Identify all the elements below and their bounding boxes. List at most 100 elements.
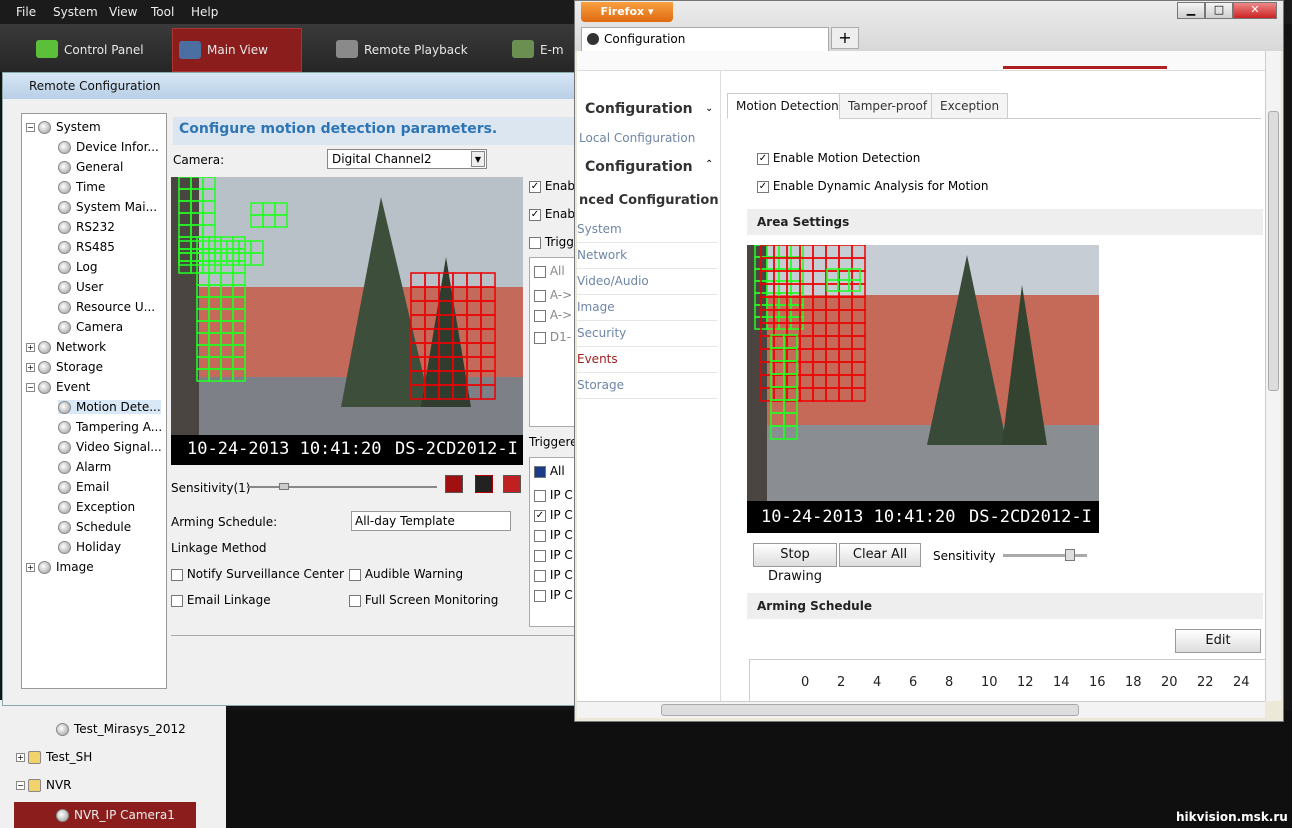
chevron-up-icon: ⌃ xyxy=(705,159,714,170)
firefox-menu-button[interactable]: Firefox ▾ xyxy=(581,2,673,22)
tree-image[interactable]: + Image xyxy=(26,560,94,574)
clear-all-button[interactable]: Clear All xyxy=(839,543,921,567)
remote-playback-button[interactable]: Remote Playback xyxy=(330,28,480,72)
web-left-nav: Configuration ⌄ Local Configuration Confi… xyxy=(577,71,721,701)
hour-tick: 2 xyxy=(837,675,846,690)
web-camera-preview[interactable]: 10-24-2013 10:41:20 DS-2CD2012-I xyxy=(747,245,1099,533)
scroll-thumb[interactable] xyxy=(1268,111,1279,391)
vertical-scrollbar[interactable] xyxy=(1265,51,1281,701)
new-tab-button[interactable]: + xyxy=(831,27,859,49)
nav-item[interactable]: Image xyxy=(577,295,717,321)
stop-draw-icon[interactable] xyxy=(475,475,493,493)
nav-local-configuration[interactable]: Local Configuration xyxy=(579,131,695,145)
arming-schedule-label: Arming Schedule: xyxy=(171,515,278,529)
tree-event[interactable]: − Event xyxy=(26,380,90,394)
audible-warning-option[interactable]: Audible Warning xyxy=(349,567,463,581)
gear-icon xyxy=(58,140,71,154)
nav-configuration-2[interactable]: Configuration xyxy=(585,159,693,175)
tree-system-item[interactable]: Log xyxy=(58,260,97,274)
notify-center-option[interactable]: Notify Surveillance Center xyxy=(171,567,344,581)
tree-storage[interactable]: + Storage xyxy=(26,360,103,374)
tree-event-item[interactable]: Schedule xyxy=(58,520,131,534)
edit-button[interactable]: Edit xyxy=(1175,629,1261,653)
gear-icon xyxy=(58,240,71,254)
menu-view[interactable]: View xyxy=(109,5,137,19)
tree-system-item[interactable]: Time xyxy=(58,180,105,194)
tree-event-item[interactable]: Email xyxy=(58,480,109,494)
tree-event-item[interactable]: Holiday xyxy=(58,540,121,554)
draw-area-icon[interactable] xyxy=(445,475,463,493)
tab-tamper-proof[interactable]: Tamper-proof xyxy=(839,93,937,119)
nav-item[interactable]: System xyxy=(577,217,717,243)
enable-motion-detection[interactable]: ✓ Enable Motion Detection xyxy=(757,151,920,165)
tree-system-item[interactable]: Camera xyxy=(58,320,123,334)
tab-exception[interactable]: Exception xyxy=(931,93,1009,119)
hour-tick: 16 xyxy=(1089,675,1106,690)
minimize-icon[interactable]: ▁ xyxy=(1177,2,1205,19)
main-view-button[interactable]: Main View xyxy=(172,28,302,72)
camera-select[interactable]: Digital Channel2 ▼ xyxy=(327,149,487,169)
slider-thumb[interactable] xyxy=(1065,549,1075,561)
remote-configuration-window: Remote Configuration − System Device Info… xyxy=(2,72,583,706)
sensitivity-slider[interactable] xyxy=(247,483,437,490)
favicon-icon xyxy=(587,33,599,45)
email-button[interactable]: E-m xyxy=(506,28,580,72)
tree-system-item[interactable]: User xyxy=(58,280,103,294)
enable-check-1[interactable]: ✓ Enab xyxy=(529,179,575,193)
full-screen-option[interactable]: Full Screen Monitoring xyxy=(349,593,498,607)
tree-nvr[interactable]: − NVR xyxy=(16,778,72,792)
menu-file[interactable]: File xyxy=(16,5,36,19)
chevron-down-icon: ▼ xyxy=(471,151,485,167)
hour-tick: 20 xyxy=(1161,675,1178,690)
menu-help[interactable]: Help xyxy=(191,5,218,19)
tree-system[interactable]: − System xyxy=(26,120,101,134)
tree-system-item[interactable]: System Mai... xyxy=(58,200,157,214)
gear-icon xyxy=(58,420,71,434)
tree-system-item[interactable]: RS232 xyxy=(58,220,115,234)
control-panel-button[interactable]: Control Panel xyxy=(30,28,160,72)
tree-system-item[interactable]: Resource U... xyxy=(58,300,155,314)
scroll-thumb[interactable] xyxy=(661,704,1079,716)
tree-system-item[interactable]: RS485 xyxy=(58,240,115,254)
menu-tool[interactable]: Tool xyxy=(151,5,174,19)
nav-item[interactable]: Network xyxy=(577,243,717,269)
tree-nvr-ip-camera1[interactable]: NVR_IP Camera1 xyxy=(14,802,196,828)
horizontal-scrollbar[interactable] xyxy=(577,701,1265,718)
schedule-timeline[interactable] xyxy=(749,659,1265,701)
maximize-icon[interactable]: □ xyxy=(1205,2,1233,19)
slider-thumb[interactable] xyxy=(279,483,289,490)
tree-event-item[interactable]: Alarm xyxy=(58,460,111,474)
tab-configuration-active[interactable] xyxy=(1003,51,1167,69)
delete-icon[interactable] xyxy=(503,475,521,493)
nav-item[interactable]: Events xyxy=(577,347,717,373)
tree-system-item[interactable]: General xyxy=(58,160,123,174)
nav-item[interactable]: Video/Audio xyxy=(577,269,717,295)
tree-system-item[interactable]: Device Infor... xyxy=(58,140,159,154)
close-icon[interactable]: ✕ xyxy=(1233,2,1277,19)
nav-item[interactable]: Storage xyxy=(577,373,717,399)
trigger-check[interactable]: Trigg xyxy=(529,235,574,249)
tree-test-mirasys[interactable]: Test_Mirasys_2012 xyxy=(56,722,186,736)
gear-icon xyxy=(38,380,51,394)
camera-scene xyxy=(171,177,523,465)
nav-item[interactable]: Security xyxy=(577,321,717,347)
gear-icon xyxy=(58,260,71,274)
email-linkage-option[interactable]: Email Linkage xyxy=(171,593,271,607)
sensitivity-slider[interactable] xyxy=(1003,549,1087,561)
nav-advanced-configuration[interactable]: nced Configuration xyxy=(579,193,719,208)
tree-network[interactable]: + Network xyxy=(26,340,106,354)
menu-system[interactable]: System xyxy=(53,5,98,19)
camera-preview[interactable]: 10-24-2013 10:41:20 DS-2CD2012-I xyxy=(171,177,523,465)
tree-event-item[interactable]: Exception xyxy=(58,500,135,514)
enable-check-2[interactable]: ✓ Enab xyxy=(529,207,575,221)
arming-schedule-select[interactable]: All-day Template xyxy=(351,511,511,531)
tree-event-item[interactable]: Motion Dete... xyxy=(58,400,161,414)
tree-event-item[interactable]: Video Signal... xyxy=(58,440,162,454)
tree-event-item[interactable]: Tampering A... xyxy=(58,420,162,434)
nav-configuration[interactable]: Configuration xyxy=(585,101,693,117)
browser-tab[interactable]: Configuration xyxy=(581,27,829,51)
stop-drawing-button[interactable]: Stop Drawing xyxy=(753,543,837,584)
tab-motion-detection[interactable]: Motion Detection xyxy=(727,93,848,119)
enable-dynamic-analysis[interactable]: ✓ Enable Dynamic Analysis for Motion xyxy=(757,179,989,193)
tree-test-sh[interactable]: + Test_SH xyxy=(16,750,92,764)
